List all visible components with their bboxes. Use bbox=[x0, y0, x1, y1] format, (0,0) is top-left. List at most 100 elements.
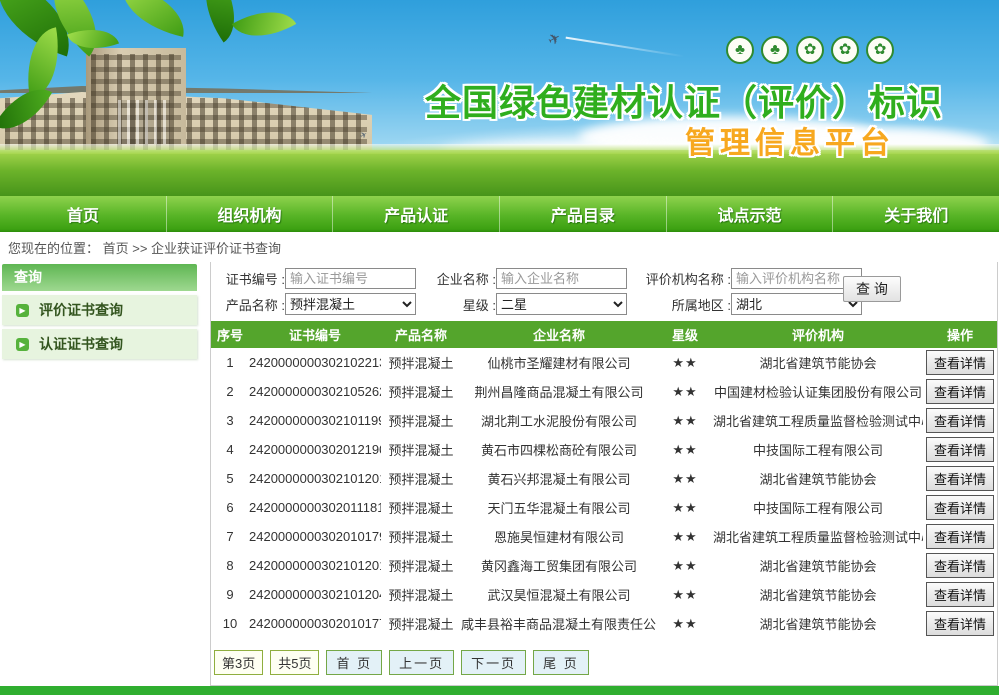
company-name: 黄石兴邦混凝土有限公司 bbox=[461, 464, 657, 493]
company-name-input[interactable] bbox=[496, 268, 627, 289]
table-row: 1024200000003020101777预拌混凝土咸丰县裕丰商品混凝土有限责… bbox=[211, 609, 997, 638]
cert-number: 24200000003021012013 bbox=[249, 464, 381, 493]
company-name: 黄石市四棵松商砼有限公司 bbox=[461, 435, 657, 464]
table-header-row: 序号 证书编号 产品名称 企业名称 星级 评价机构 操作 bbox=[211, 321, 997, 348]
product-name: 预拌混凝土 bbox=[381, 551, 461, 580]
region-label: 所属地区 : bbox=[631, 295, 731, 314]
agency-name: 湖北省建筑节能协会 bbox=[713, 609, 923, 638]
main-nav: 首页 组织机构 产品认证 产品目录 试点示范 关于我们 bbox=[0, 196, 999, 232]
view-detail-button[interactable]: 查看详情 bbox=[926, 524, 994, 549]
cert-number: 24200000003021012014 bbox=[249, 551, 381, 580]
header-product-name: 产品名称 bbox=[381, 321, 461, 348]
company-name: 恩施昊恒建材有限公司 bbox=[461, 522, 657, 551]
view-detail-button[interactable]: 查看详情 bbox=[926, 553, 994, 578]
action-cell: 查看详情 bbox=[923, 435, 997, 464]
company-name: 黄冈鑫海工贸集团有限公司 bbox=[461, 551, 657, 580]
row-no: 2 bbox=[211, 377, 249, 406]
search-form: 证书编号 : 企业名称 : 评价机构名称 : 产品名称 : 预拌混凝土 星级 : bbox=[211, 264, 997, 321]
agency-name: 湖北省建筑节能协会 bbox=[713, 551, 923, 580]
star-rating: ★★ bbox=[657, 377, 713, 406]
nav-item-home[interactable]: 首页 bbox=[0, 196, 167, 232]
sidebar: 查询 ▶ 评价证书查询 ▶ 认证证书查询 bbox=[2, 264, 197, 359]
agency-name: 湖北省建筑工程质量监督检验测试中心 bbox=[713, 406, 923, 435]
main-area: 查询 ▶ 评价证书查询 ▶ 认证证书查询 证书编号 : 企业名称 : 评价机 bbox=[0, 262, 999, 682]
cert-number: 24200000003020101791 bbox=[249, 522, 381, 551]
star-rating: ★★ bbox=[657, 609, 713, 638]
product-name-select[interactable]: 预拌混凝土 bbox=[285, 293, 416, 315]
agency-name: 中技国际工程有限公司 bbox=[713, 493, 923, 522]
nav-item-about-us[interactable]: 关于我们 bbox=[833, 196, 999, 232]
product-name-label: 产品名称 : bbox=[213, 295, 285, 314]
product-name: 预拌混凝土 bbox=[381, 522, 461, 551]
star-rating: ★★ bbox=[657, 580, 713, 609]
leaf-decoration bbox=[115, 0, 192, 37]
product-name: 预拌混凝土 bbox=[381, 464, 461, 493]
view-detail-button[interactable]: 查看详情 bbox=[926, 350, 994, 375]
org-badge-3-icon: ✿ bbox=[866, 36, 894, 64]
row-no: 9 bbox=[211, 580, 249, 609]
star-level-label: 星级 : bbox=[420, 295, 496, 314]
table-row: 124200000003021022135预拌混凝土仙桃市圣耀建材有限公司★★湖… bbox=[211, 348, 997, 377]
action-cell: 查看详情 bbox=[923, 464, 997, 493]
header-no: 序号 bbox=[211, 321, 249, 348]
org-logo-1-icon: ♣ bbox=[726, 36, 754, 64]
table-row: 324200000003021011998预拌混凝土湖北荆工水泥股份有限公司★★… bbox=[211, 406, 997, 435]
star-rating: ★★ bbox=[657, 551, 713, 580]
table-row: 224200000003021052622预拌混凝土荆州昌隆商品混凝土有限公司★… bbox=[211, 377, 997, 406]
prev-page-button[interactable]: 上一页 bbox=[389, 650, 454, 675]
agency-name: 湖北省建筑节能协会 bbox=[713, 580, 923, 609]
company-name-label: 企业名称 : bbox=[420, 269, 496, 288]
star-rating: ★★ bbox=[657, 435, 713, 464]
view-detail-button[interactable]: 查看详情 bbox=[926, 582, 994, 607]
current-page-indicator: 第3页 bbox=[214, 650, 263, 675]
product-name: 预拌混凝土 bbox=[381, 609, 461, 638]
action-cell: 查看详情 bbox=[923, 377, 997, 406]
row-no: 8 bbox=[211, 551, 249, 580]
star-rating: ★★ bbox=[657, 493, 713, 522]
nav-item-organization[interactable]: 组织机构 bbox=[167, 196, 334, 232]
cert-number: 24200000003020111817 bbox=[249, 493, 381, 522]
action-cell: 查看详情 bbox=[923, 580, 997, 609]
company-name: 咸丰县裕丰商品混凝土有限责任公司 bbox=[461, 609, 657, 638]
action-cell: 查看详情 bbox=[923, 493, 997, 522]
view-detail-button[interactable]: 查看详情 bbox=[926, 408, 994, 433]
header-company-name: 企业名称 bbox=[461, 321, 657, 348]
star-level-select[interactable]: 二星 bbox=[496, 293, 627, 315]
cert-number-input[interactable] bbox=[285, 268, 416, 289]
header-agency: 评价机构 bbox=[713, 321, 923, 348]
view-detail-button[interactable]: 查看详情 bbox=[926, 495, 994, 520]
row-no: 6 bbox=[211, 493, 249, 522]
cert-number: 24200000003021052622 bbox=[249, 377, 381, 406]
action-cell: 查看详情 bbox=[923, 551, 997, 580]
row-no: 7 bbox=[211, 522, 249, 551]
row-no: 4 bbox=[211, 435, 249, 464]
view-detail-button[interactable]: 查看详情 bbox=[926, 466, 994, 491]
header-cert-number: 证书编号 bbox=[249, 321, 381, 348]
company-name: 天门五华混凝土有限公司 bbox=[461, 493, 657, 522]
org-logo-2-icon: ♣ bbox=[761, 36, 789, 64]
first-page-button[interactable]: 首 页 bbox=[326, 650, 382, 675]
total-pages-indicator: 共5页 bbox=[270, 650, 319, 675]
sidebar-title: 查询 bbox=[2, 264, 197, 291]
query-button[interactable]: 查 询 bbox=[843, 276, 901, 302]
page: ✈ ✈ ♣ ♣ ✿ ✿ ✿ 全国绿色建材认证（评价）标识 管理信息平台 首页 组… bbox=[0, 0, 999, 695]
last-page-button[interactable]: 尾 页 bbox=[533, 650, 589, 675]
sidebar-item-certification-cert-query[interactable]: ▶ 认证证书查询 bbox=[2, 329, 197, 359]
product-name: 预拌混凝土 bbox=[381, 348, 461, 377]
company-name: 荆州昌隆商品混凝土有限公司 bbox=[461, 377, 657, 406]
row-no: 5 bbox=[211, 464, 249, 493]
sidebar-item-evaluation-cert-query[interactable]: ▶ 评价证书查询 bbox=[2, 295, 197, 325]
nav-item-product-catalog[interactable]: 产品目录 bbox=[500, 196, 667, 232]
next-page-button[interactable]: 下一页 bbox=[461, 650, 526, 675]
view-detail-button[interactable]: 查看详情 bbox=[926, 611, 994, 636]
view-detail-button[interactable]: 查看详情 bbox=[926, 437, 994, 462]
cert-number-label: 证书编号 : bbox=[213, 269, 285, 288]
nav-item-product-certification[interactable]: 产品认证 bbox=[333, 196, 500, 232]
action-cell: 查看详情 bbox=[923, 348, 997, 377]
company-name: 仙桃市圣耀建材有限公司 bbox=[461, 348, 657, 377]
cert-number: 24200000003020121900 bbox=[249, 435, 381, 464]
view-detail-button[interactable]: 查看详情 bbox=[926, 379, 994, 404]
building-roofline bbox=[0, 86, 372, 93]
play-icon: ▶ bbox=[16, 304, 29, 317]
nav-item-pilot-demo[interactable]: 试点示范 bbox=[667, 196, 834, 232]
